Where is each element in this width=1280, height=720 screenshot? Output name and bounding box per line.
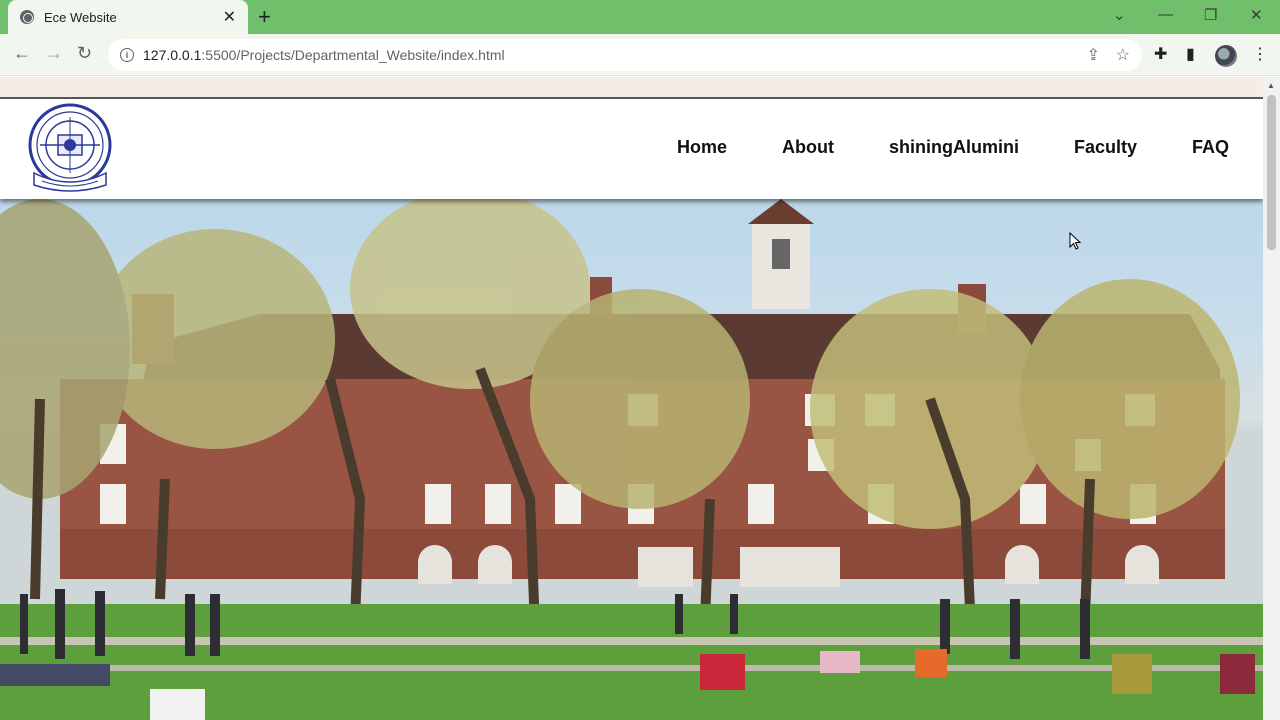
reload-icon[interactable]: ↻ [77, 43, 92, 64]
tab-title: Ece Website [44, 9, 117, 25]
browser-tab[interactable]: Ece Website ✕ [8, 0, 248, 34]
forward-icon[interactable]: → [45, 43, 63, 64]
browser-tab-strip: Ece Website ✕ + ⌄ — ❐ ✕ [0, 0, 1280, 34]
bookmark-star-icon[interactable]: ☆ [1116, 45, 1130, 65]
main-nav: Home About shiningAlumini Faculty FAQ [677, 137, 1229, 158]
page-scrollbar[interactable]: ▲ [1263, 77, 1280, 720]
campus-building-photo [0, 199, 1263, 720]
page-top-strip [0, 77, 1280, 97]
menu-icon[interactable]: ⋮ [1252, 44, 1268, 64]
browser-toolbar: ← → ↻ i 127.0.0.1:5500/Projects/Departme… [0, 34, 1280, 76]
site-info-icon[interactable]: i [120, 48, 134, 62]
minimize-icon[interactable]: — [1158, 6, 1173, 23]
nav-about[interactable]: About [782, 137, 834, 158]
nav-home[interactable]: Home [677, 137, 727, 158]
address-bar[interactable]: i 127.0.0.1:5500/Projects/Departmental_W… [108, 39, 1142, 71]
back-icon[interactable]: ← [13, 43, 31, 64]
scrollbar-thumb[interactable] [1267, 95, 1276, 250]
globe-icon [20, 10, 34, 24]
nav-faq[interactable]: FAQ [1192, 137, 1229, 158]
profile-avatar[interactable] [1215, 45, 1237, 67]
nav-shining-alumni[interactable]: shiningAlumini [889, 137, 1019, 158]
new-tab-icon[interactable]: + [258, 5, 271, 29]
scroll-up-icon[interactable]: ▲ [1267, 81, 1275, 90]
close-window-icon[interactable]: ✕ [1250, 6, 1263, 24]
tab-search-icon[interactable]: ⌄ [1113, 6, 1126, 24]
hero-illustration [0, 199, 1263, 720]
restore-icon[interactable]: ❐ [1204, 6, 1217, 24]
url-text[interactable]: 127.0.0.1:5500/Projects/Departmental_Web… [143, 47, 505, 63]
side-panel-icon[interactable]: ▮ [1186, 44, 1195, 64]
page-viewport: Home About shiningAlumini Faculty FAQ [0, 97, 1263, 720]
mouse-cursor-icon [1069, 232, 1081, 250]
nav-faculty[interactable]: Faculty [1074, 137, 1137, 158]
site-header: Home About shiningAlumini Faculty FAQ [0, 97, 1263, 199]
extensions-icon[interactable]: ✚ [1154, 44, 1167, 64]
college-emblem-icon[interactable] [20, 101, 120, 195]
share-icon[interactable]: ⇪ [1087, 45, 1100, 65]
close-tab-icon[interactable]: ✕ [223, 7, 236, 27]
